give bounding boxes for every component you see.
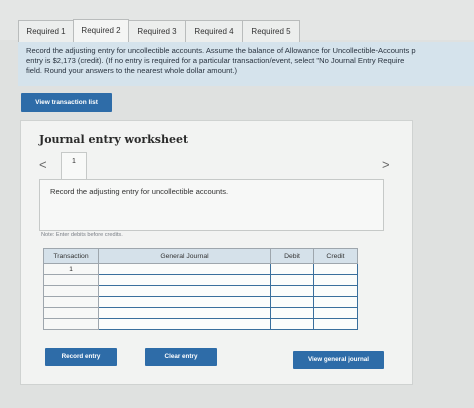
account-input[interactable] [98, 296, 271, 308]
debit-input[interactable] [270, 285, 314, 297]
entry-description: Record the adjusting entry for uncollect… [50, 187, 229, 196]
instruction-line-1: Record the adjusting entry for uncollect… [26, 46, 416, 55]
credit-input[interactable] [313, 285, 358, 297]
header-debit: Debit [270, 248, 314, 264]
journal-table: Transaction General Journal Debit Credit… [43, 248, 358, 330]
previous-arrow-icon[interactable]: < [39, 157, 47, 172]
tab-required-2[interactable]: Required 2 [73, 19, 129, 43]
account-input[interactable] [98, 318, 271, 330]
transaction-cell [43, 318, 99, 330]
next-arrow-icon[interactable]: > [382, 157, 390, 172]
account-input[interactable] [98, 274, 271, 286]
table-row [43, 285, 358, 297]
tab-required-5[interactable]: Required 5 [242, 20, 300, 42]
journal-entry-worksheet: Journal entry worksheet < 1 > Record the… [20, 120, 413, 385]
table-row [43, 274, 358, 286]
transaction-cell [43, 296, 99, 308]
tab-required-3[interactable]: Required 3 [128, 20, 186, 42]
header-credit: Credit [313, 248, 358, 264]
table-row [43, 318, 358, 330]
instruction-box: Record the adjusting entry for uncollect… [18, 42, 474, 86]
transaction-cell: 1 [43, 263, 99, 275]
debit-input[interactable] [270, 318, 314, 330]
account-input[interactable] [98, 307, 271, 319]
account-input[interactable] [98, 285, 271, 297]
clear-entry-button[interactable]: Clear entry [145, 348, 217, 366]
debit-input[interactable] [270, 307, 314, 319]
entry-description-box: Record the adjusting entry for uncollect… [39, 179, 384, 231]
table-row [43, 307, 358, 319]
record-entry-button[interactable]: Record entry [45, 348, 117, 366]
transaction-cell [43, 285, 99, 297]
view-general-journal-button[interactable]: View general journal [293, 351, 384, 369]
debit-input[interactable] [270, 274, 314, 286]
worksheet-title: Journal entry worksheet [39, 133, 189, 146]
debit-input[interactable] [270, 296, 314, 308]
header-transaction: Transaction [43, 248, 99, 264]
transaction-cell [43, 274, 99, 286]
tab-required-1[interactable]: Required 1 [18, 20, 74, 42]
account-input[interactable] [98, 263, 271, 275]
view-transaction-list-button[interactable]: View transaction list [21, 93, 112, 112]
requirements-tab-bar: Required 1 Required 2 Required 3 Require… [0, 0, 474, 43]
debit-input[interactable] [270, 263, 314, 275]
credit-input[interactable] [313, 263, 358, 275]
instruction-line-2: entry is $2,173 (credit). (If no entry i… [26, 56, 405, 65]
instruction-line-3: field. Round your answers to the nearest… [26, 66, 238, 75]
tab-required-4[interactable]: Required 4 [185, 20, 243, 42]
header-general-journal: General Journal [98, 248, 271, 264]
transaction-cell [43, 307, 99, 319]
credit-input[interactable] [313, 307, 358, 319]
journal-header-row: Transaction General Journal Debit Credit [43, 248, 358, 264]
credit-input[interactable] [313, 274, 358, 286]
table-row: 1 [43, 263, 358, 275]
debit-credit-note: Note: Enter debits before credits. [41, 232, 123, 238]
table-row [43, 296, 358, 308]
credit-input[interactable] [313, 296, 358, 308]
credit-input[interactable] [313, 318, 358, 330]
entry-page-tab[interactable]: 1 [61, 152, 87, 180]
